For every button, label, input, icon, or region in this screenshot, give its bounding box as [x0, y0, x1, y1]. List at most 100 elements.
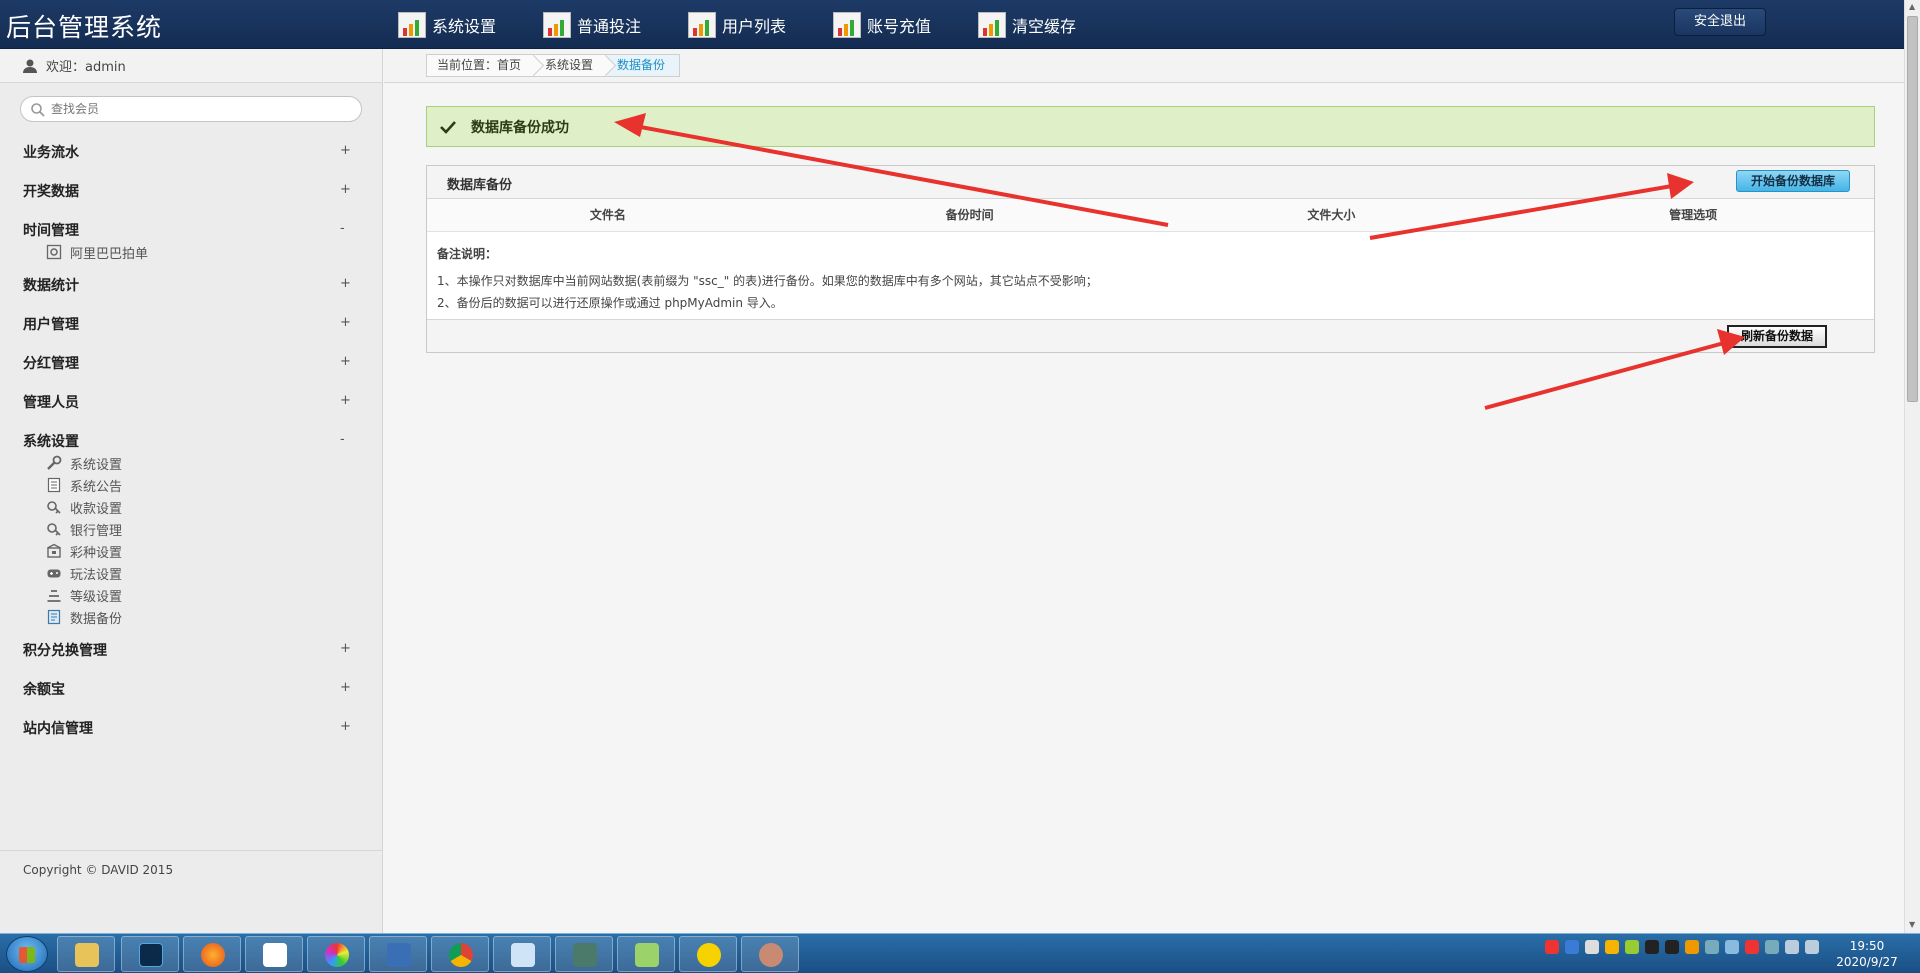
notepad-icon[interactable]: [493, 936, 551, 972]
volume-icon[interactable]: [1805, 940, 1819, 954]
sub-label: 银行管理: [70, 523, 123, 539]
nav-account-recharge[interactable]: 账号充值: [831, 0, 976, 49]
help-icon[interactable]: [1565, 940, 1579, 954]
baidu-netdisk-icon[interactable]: [245, 936, 303, 972]
sub-label: 玩法设置: [70, 567, 123, 583]
table-header: 文件名 备份时间 文件大小 管理选项: [427, 199, 1874, 232]
menu-lottery-data[interactable]: 开奖数据 +: [0, 171, 382, 210]
menu-label: 余额宝: [23, 681, 65, 698]
tray-app-icon[interactable]: [1625, 940, 1639, 954]
display-icon[interactable]: [1785, 940, 1799, 954]
database-doc-icon: [47, 609, 61, 625]
system-tray: [1545, 940, 1819, 954]
panel-header: 数据库备份 开始备份数据库: [427, 166, 1874, 199]
qq-icon[interactable]: [1665, 940, 1679, 954]
copyright: Copyright © DAVID 2015: [0, 850, 383, 877]
tray-app-icon[interactable]: [1685, 940, 1699, 954]
menu-yuebao[interactable]: 余额宝 +: [0, 669, 382, 708]
top-header: 后台管理系统 系统设置 普通投注 用户列表 账号充值 清空缓存 安全退出: [0, 0, 1904, 49]
nav-system-settings[interactable]: 系统设置: [396, 0, 541, 49]
menu-label: 用户管理: [23, 316, 79, 333]
nav-label: 普通投注: [577, 16, 642, 36]
gamepad-icon: [47, 569, 61, 578]
terminal-app-icon[interactable]: [555, 936, 613, 972]
search-input[interactable]: [51, 100, 351, 118]
sub-label: 收款设置: [70, 501, 123, 517]
menu-label: 站内信管理: [23, 720, 93, 737]
menu-user-management[interactable]: 用户管理 +: [0, 304, 382, 343]
scroll-down-icon[interactable]: ▼: [1909, 920, 1915, 929]
scroll-up-icon[interactable]: ▲: [1909, 2, 1915, 11]
chart-icon: [976, 10, 1010, 40]
sidebar-item-bank-management[interactable]: 银行管理: [0, 518, 382, 540]
start-backup-button[interactable]: 开始备份数据库: [1736, 170, 1850, 192]
nav-normal-bet[interactable]: 普通投注: [541, 0, 686, 49]
scrollbar-thumb[interactable]: [1907, 16, 1918, 402]
vertical-scrollbar[interactable]: ▲ ▼: [1904, 0, 1920, 933]
clock[interactable]: 19:50 2020/9/27: [1822, 938, 1912, 970]
sidebar-item-lottery-types[interactable]: 彩种设置: [0, 540, 382, 562]
tray-app-icon[interactable]: [1745, 940, 1759, 954]
logout-button[interactable]: 安全退出: [1674, 8, 1766, 36]
menu-label: 时间管理: [23, 222, 79, 239]
nav-user-list[interactable]: 用户列表: [686, 0, 831, 49]
qq-icon[interactable]: [1645, 940, 1659, 954]
sogou-ime-icon[interactable]: [1545, 940, 1559, 954]
menu-statistics[interactable]: 数据统计 +: [0, 265, 382, 304]
welcome-bar: 欢迎：admin: [0, 49, 382, 83]
menu-label: 分红管理: [23, 355, 79, 372]
explorer-icon[interactable]: [57, 936, 115, 972]
menu-label: 业务流水: [23, 144, 79, 161]
sidebar-item-announcement[interactable]: 系统公告: [0, 474, 382, 496]
menu-admins[interactable]: 管理人员 +: [0, 382, 382, 421]
firefox-icon[interactable]: [183, 936, 241, 972]
chrome-icon[interactable]: [431, 936, 489, 972]
note-line: 1、本操作只对数据库中当前网站数据(表前缀为 "ssc_" 的表)进行备份。如果…: [437, 274, 1098, 288]
levels-icon: [47, 590, 61, 602]
menu-business-flow[interactable]: 业务流水 +: [0, 132, 382, 171]
menu-dividend[interactable]: 分红管理 +: [0, 343, 382, 382]
welcome-text: 欢迎：admin: [46, 60, 126, 75]
expand-icon: +: [340, 719, 351, 734]
breadcrumb-system-settings[interactable]: 系统设置: [535, 55, 607, 76]
expand-icon: +: [340, 354, 351, 369]
top-nav: 系统设置 普通投注 用户列表 账号充值 清空缓存: [396, 0, 1121, 49]
menu-time-management[interactable]: 时间管理 -: [0, 210, 382, 249]
expand-icon: +: [340, 393, 351, 408]
refresh-backup-button[interactable]: 刷新备份数据: [1727, 325, 1827, 348]
menu-internal-messages[interactable]: 站内信管理 +: [0, 708, 382, 747]
sidebar-item-level-settings[interactable]: 等级设置: [0, 584, 382, 606]
tray-app-icon[interactable]: [1705, 940, 1719, 954]
security-icon[interactable]: [1605, 940, 1619, 954]
avatar-app-icon[interactable]: [741, 936, 799, 972]
qq-music-icon[interactable]: [679, 936, 737, 972]
expand-icon: +: [340, 680, 351, 695]
menu-points-exchange[interactable]: 积分兑换管理 +: [0, 630, 382, 669]
menu-label: 管理人员: [23, 394, 79, 411]
success-alert: 数据库备份成功: [426, 106, 1875, 147]
col-filename: 文件名: [589, 208, 626, 222]
nav-clear-cache[interactable]: 清空缓存: [976, 0, 1121, 49]
menu-system-settings[interactable]: 系统设置 -: [0, 421, 382, 460]
nav-label: 用户列表: [722, 16, 787, 36]
breadcrumb-home[interactable]: 当前位置：首页: [427, 55, 535, 76]
sidebar-item-payment-settings[interactable]: 收款设置: [0, 496, 382, 518]
start-button[interactable]: [6, 936, 48, 972]
tray-app-icon[interactable]: [1725, 940, 1739, 954]
notepad-plus-plus-icon[interactable]: [617, 936, 675, 972]
photoshop-icon[interactable]: [121, 936, 179, 972]
network-tool-icon[interactable]: [369, 936, 427, 972]
sub-label: 数据备份: [70, 611, 123, 627]
tray-app-icon[interactable]: [1765, 940, 1779, 954]
expand-icon: +: [340, 182, 351, 197]
collapse-icon: -: [340, 221, 345, 236]
box-icon: [47, 543, 61, 558]
sidebar-item-data-backup[interactable]: 数据备份: [0, 606, 382, 628]
color-app-icon[interactable]: [307, 936, 365, 972]
network-icon[interactable]: [1585, 940, 1599, 954]
clock-time: 19:50: [1849, 939, 1885, 953]
notes-title: 备注说明：: [437, 247, 498, 261]
chart-icon: [396, 10, 430, 40]
sidebar-item-play-settings[interactable]: 玩法设置: [0, 562, 382, 584]
sidebar: 欢迎：admin 业务流水+ 开奖数据+ 时间管理- 阿里巴巴拍单 数据统计+ …: [0, 49, 383, 933]
